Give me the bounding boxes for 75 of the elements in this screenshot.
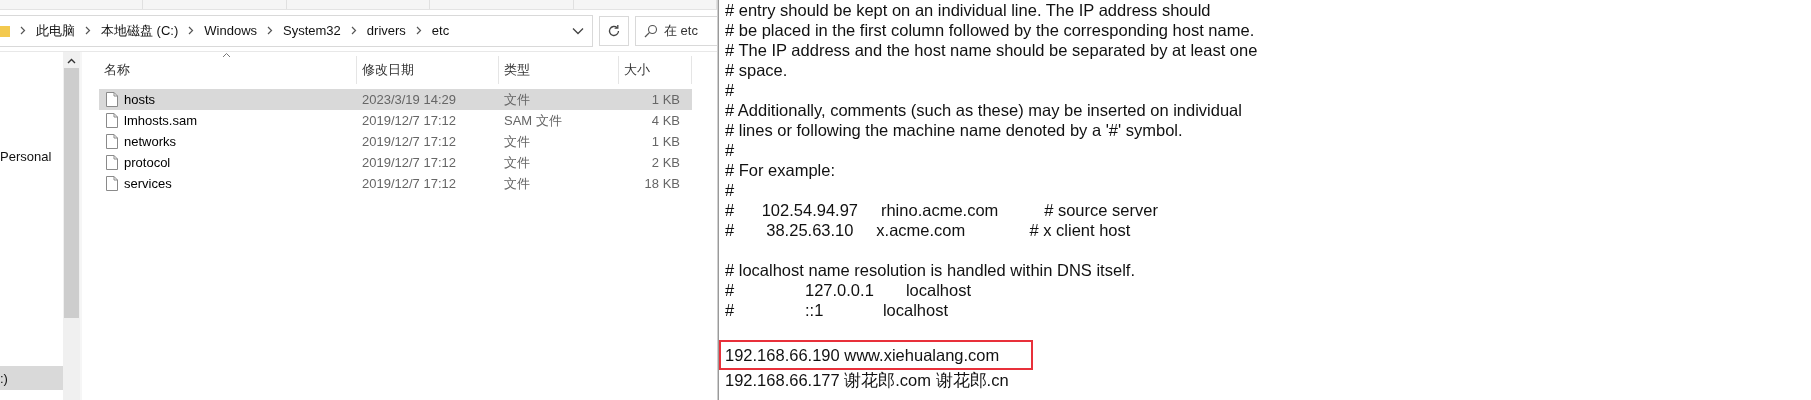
file-name: protocol xyxy=(124,155,171,170)
table-cell-text: 文件 xyxy=(503,90,531,109)
file-name: networks xyxy=(124,134,177,149)
breadcrumb-item[interactable]: System32 xyxy=(283,23,341,38)
sort-caret-icon xyxy=(222,52,231,58)
table-cell-text: 文件 xyxy=(503,174,531,193)
refresh-icon xyxy=(607,23,621,38)
chevron-icon xyxy=(415,26,422,35)
file-icon xyxy=(106,134,118,149)
file-icon xyxy=(106,113,118,128)
text-line: # be placed in the first column followed by the corresponding host name. xyxy=(724,20,1256,40)
text-line: # 127.0.0.1 localhost xyxy=(724,280,973,300)
column-header[interactable]: 大小 xyxy=(619,56,692,84)
refresh-button[interactable] xyxy=(599,15,629,46)
file-name: lmhosts.sam xyxy=(124,113,197,128)
text-line: # ::1 localhost xyxy=(724,300,950,320)
table-cell-text: 2 KB xyxy=(650,155,681,170)
text-line: # 38.25.63.10 x.acme.com # x client host xyxy=(724,220,1132,240)
table-cell-text: 2019/12/7 17:12 xyxy=(361,155,457,170)
text-line: # lines or following the machine name denoted by a '#' symbol. xyxy=(724,120,1184,140)
table-cell-text: 1 KB xyxy=(650,134,681,149)
text-line: # localhost name resolution is handled within DNS itself. xyxy=(724,260,1136,280)
file-name: hosts xyxy=(124,92,156,107)
table-cell-text: 4 KB xyxy=(650,113,681,128)
chevron-icon xyxy=(188,26,195,35)
breadcrumb-item[interactable]: 此电脑 xyxy=(36,21,75,40)
file-icon xyxy=(106,176,118,191)
scroll-up-icon[interactable] xyxy=(67,58,76,64)
text-line: # xyxy=(724,80,736,100)
column-header[interactable]: 修改日期 xyxy=(357,56,499,84)
scrollbar-thumb[interactable] xyxy=(64,68,79,318)
table-cell-text: 2023/3/19 14:29 xyxy=(361,92,457,107)
table-cell-text: 文件 xyxy=(503,153,531,172)
address-bar[interactable]: 此电脑 本地磁盘 (C:) Windows System32 drivers etc xyxy=(0,14,593,47)
table-cell-text: 2019/12/7 17:12 xyxy=(361,113,457,128)
chevron-icon xyxy=(85,26,91,35)
text-line: # 102.54.94.97 rhino.acme.com # source server xyxy=(724,200,1159,220)
table-cell-text: SAM 文件 xyxy=(503,111,563,130)
chevron-icon xyxy=(267,26,274,35)
breadcrumb-item[interactable]: etc xyxy=(431,23,450,38)
text-line: 192.168.66.177 谢花郎.com 谢花郎.cn xyxy=(724,370,1010,390)
table-cell-text: 2019/12/7 17:12 xyxy=(361,176,457,191)
breadcrumb-item[interactable]: 本地磁盘 (C:) xyxy=(101,21,179,40)
text-line: 192.168.66.190 www.xiehualang.com xyxy=(724,345,1001,365)
text-line: # xyxy=(724,180,736,200)
text-line: # space. xyxy=(724,60,789,80)
search-icon xyxy=(644,23,658,38)
file-row[interactable]: hosts 2023/3/19 14:29 文件 1 KB xyxy=(99,89,692,110)
chevron-icon xyxy=(20,26,26,35)
table-cell-text: 1 KB xyxy=(650,92,681,107)
table-cell-text: 18 KB xyxy=(643,176,681,191)
nav-item[interactable]: Personal xyxy=(0,144,63,168)
column-header[interactable]: 名称 xyxy=(99,56,357,84)
breadcrumb-item[interactable]: drivers xyxy=(366,23,406,38)
table-cell-text: 2019/12/7 17:12 xyxy=(361,134,457,149)
scrollbar[interactable] xyxy=(63,52,82,400)
file-row[interactable]: services 2019/12/7 17:12 文件 18 KB xyxy=(99,173,692,194)
file-row[interactable]: networks 2019/12/7 17:12 文件 1 KB xyxy=(99,131,692,152)
file-icon xyxy=(106,92,118,107)
folder-icon xyxy=(0,23,10,38)
text-line: # Additionally, comments (such as these) may be inserted on individual xyxy=(724,100,1243,120)
text-line: # xyxy=(724,140,736,160)
breadcrumb-item[interactable]: Windows xyxy=(204,23,258,38)
text-line: # The IP address and the host name should be separated by at least one xyxy=(724,40,1259,60)
nav-item[interactable]: :) xyxy=(0,366,63,390)
column-header[interactable]: 类型 xyxy=(499,56,619,84)
text-line: # entry should be kept on an individual line. The IP address should xyxy=(724,0,1212,20)
chevron-icon xyxy=(350,26,357,35)
dropdown-icon[interactable] xyxy=(572,26,584,35)
file-row[interactable]: lmhosts.sam 2019/12/7 17:12 SAM 文件 4 KB xyxy=(99,110,692,131)
text-line: # For example: xyxy=(724,160,837,180)
file-icon xyxy=(106,155,118,170)
file-name: services xyxy=(124,176,172,191)
file-row[interactable]: protocol 2019/12/7 17:12 文件 2 KB xyxy=(99,152,692,173)
table-cell-text: 文件 xyxy=(503,132,531,151)
